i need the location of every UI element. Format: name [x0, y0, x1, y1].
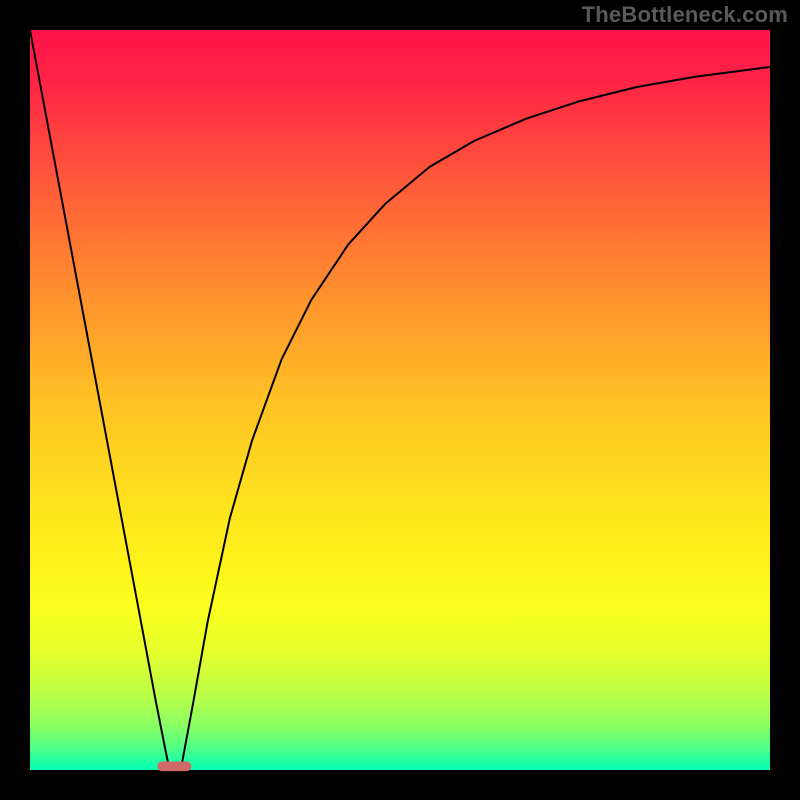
plot-background	[30, 30, 770, 770]
chart-frame: TheBottleneck.com	[0, 0, 800, 800]
watermark-text: TheBottleneck.com	[582, 2, 788, 28]
optimum-marker	[157, 761, 191, 771]
bottleneck-chart	[0, 0, 800, 800]
